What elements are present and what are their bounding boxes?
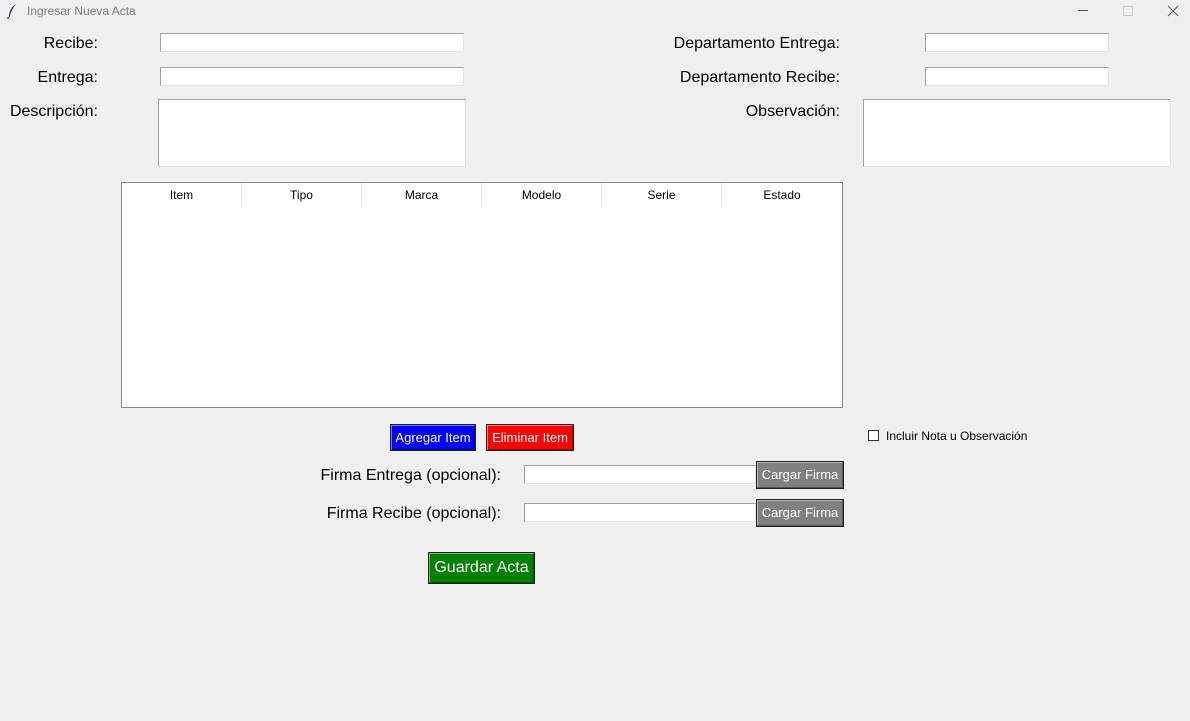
incluir-nota-checkbox[interactable]	[868, 430, 879, 441]
column-header-estado[interactable]: Estado	[722, 183, 842, 207]
items-table[interactable]: Item Tipo Marca Modelo Serie Estado	[121, 182, 843, 408]
firma-entrega-input[interactable]	[524, 465, 756, 484]
firma-recibe-label: Firma Recibe (opcional):	[326, 505, 501, 522]
close-icon	[1167, 5, 1179, 17]
entrega-input[interactable]	[160, 67, 464, 86]
observacion-textarea[interactable]	[863, 99, 1171, 167]
table-body[interactable]	[122, 207, 842, 407]
column-header-tipo[interactable]: Tipo	[242, 183, 362, 207]
minimize-button[interactable]	[1060, 0, 1106, 22]
eliminar-item-button[interactable]: Eliminar Item	[486, 424, 574, 451]
minimize-icon	[1078, 10, 1088, 11]
observacion-label: Observación:	[745, 103, 840, 120]
column-header-modelo[interactable]: Modelo	[482, 183, 602, 207]
firma-recibe-input[interactable]	[524, 503, 756, 522]
cargar-firma-recibe-button[interactable]: Cargar Firma	[756, 499, 844, 527]
entrega-label: Entrega:	[37, 69, 98, 86]
depto-entrega-input[interactable]	[925, 33, 1109, 52]
depto-entrega-label: Departamento Entrega:	[673, 35, 840, 52]
feather-icon	[6, 3, 20, 19]
window-title: Ingresar Nueva Acta	[27, 4, 136, 18]
close-button[interactable]	[1150, 0, 1190, 22]
maximize-icon	[1123, 6, 1133, 16]
maximize-button[interactable]	[1105, 0, 1151, 22]
table-header: Item Tipo Marca Modelo Serie Estado	[122, 183, 842, 207]
column-header-marca[interactable]: Marca	[362, 183, 482, 207]
depto-recibe-label: Departamento Recibe:	[679, 69, 840, 86]
agregar-item-button[interactable]: Agregar Item	[390, 424, 476, 451]
depto-recibe-input[interactable]	[925, 67, 1109, 86]
recibe-input[interactable]	[160, 33, 464, 52]
firma-entrega-label: Firma Entrega (opcional):	[320, 467, 501, 484]
recibe-label: Recibe:	[43, 35, 98, 52]
descripcion-textarea[interactable]	[158, 99, 466, 167]
incluir-nota-label[interactable]: Incluir Nota u Observación	[886, 429, 1027, 443]
column-header-serie[interactable]: Serie	[602, 183, 722, 207]
title-bar: Ingresar Nueva Acta	[0, 0, 1190, 24]
descripcion-label: Descripción:	[9, 103, 98, 120]
guardar-acta-button[interactable]: Guardar Acta	[428, 552, 535, 584]
column-header-item[interactable]: Item	[122, 183, 242, 207]
cargar-firma-entrega-button[interactable]: Cargar Firma	[756, 461, 844, 489]
